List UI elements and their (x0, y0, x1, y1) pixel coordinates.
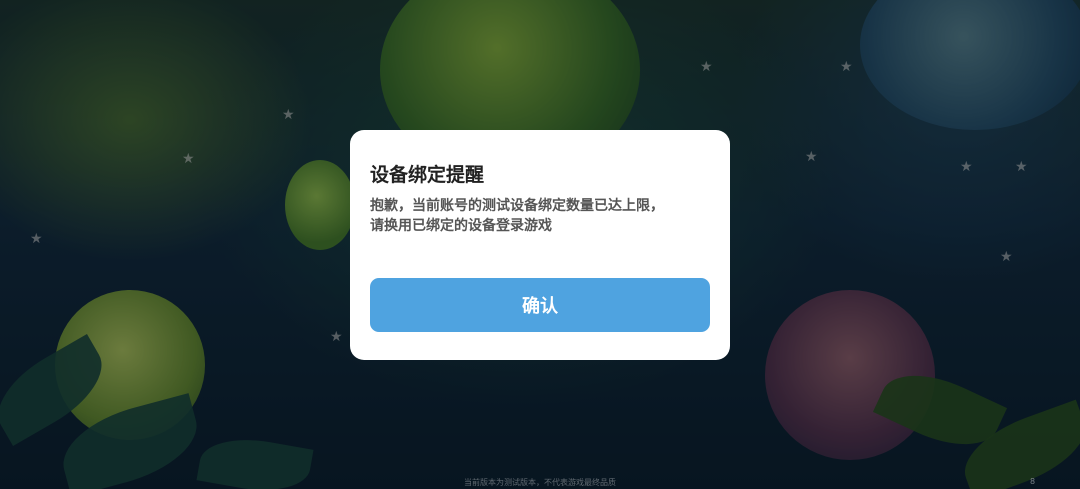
dialog-title: 设备绑定提醒 (370, 164, 485, 186)
corner-number: 8 (1030, 477, 1036, 486)
dialog-message-line: 抱歉，当前账号的测试设备绑定数量已达上限， (370, 198, 664, 214)
dialog-message: 抱歉，当前账号的测试设备绑定数量已达上限， 请换用已绑定的设备登录游戏 (370, 196, 712, 236)
dialog-message-line: 请换用已绑定的设备登录游戏 (370, 218, 552, 234)
confirm-button[interactable]: 确认 (370, 278, 710, 332)
device-binding-dialog: 设备绑定提醒 抱歉，当前账号的测试设备绑定数量已达上限， 请换用已绑定的设备登录… (350, 130, 730, 360)
version-notice: 当前版本为测试版本，不代表游戏最终品质 (464, 478, 616, 487)
